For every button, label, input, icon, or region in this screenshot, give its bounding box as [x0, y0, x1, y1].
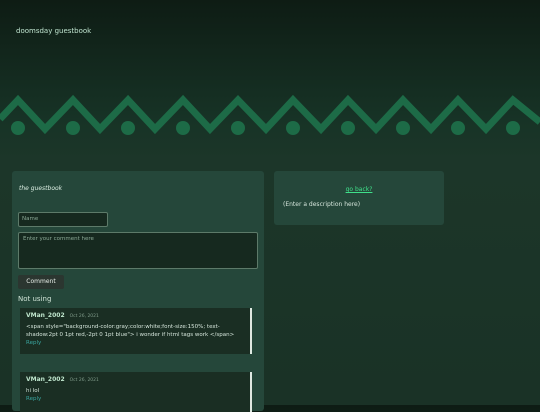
sidebar-description: (Enter a description here): [283, 201, 361, 208]
comment-author: VMan_2002: [26, 312, 65, 319]
name-input[interactable]: Name: [18, 212, 108, 227]
reply-link[interactable]: Reply: [26, 396, 244, 402]
comment-date: Oct 26, 2021: [69, 314, 99, 319]
sidebar-panel: go back? (Enter a description here): [274, 171, 444, 225]
go-back-link[interactable]: go back?: [274, 186, 444, 193]
comment-textarea[interactable]: Enter your comment here: [18, 232, 258, 269]
site-title: doomsday guestbook: [16, 27, 92, 35]
comment-body: <span style="background-color:gray;color…: [26, 324, 235, 338]
reply-link[interactable]: Reply: [26, 340, 244, 346]
section-label: Not using: [18, 295, 52, 303]
comment-date: Oct 26, 2021: [69, 378, 99, 383]
comment-body: hi lol: [26, 388, 40, 394]
decorative-banner: [0, 94, 540, 135]
guestbook-heading: the guestbook: [19, 185, 63, 192]
comment-author: VMan_2002: [26, 376, 65, 383]
comment-item: VMan_2002 Oct 26, 2021 <span style="backg…: [20, 308, 252, 354]
comment-submit-button[interactable]: Comment: [18, 275, 64, 289]
comment-item: VMan_2002 Oct 26, 2021 hi lol Reply: [20, 372, 252, 412]
guestbook-panel: the guestbook Name Enter your comment he…: [12, 171, 264, 412]
